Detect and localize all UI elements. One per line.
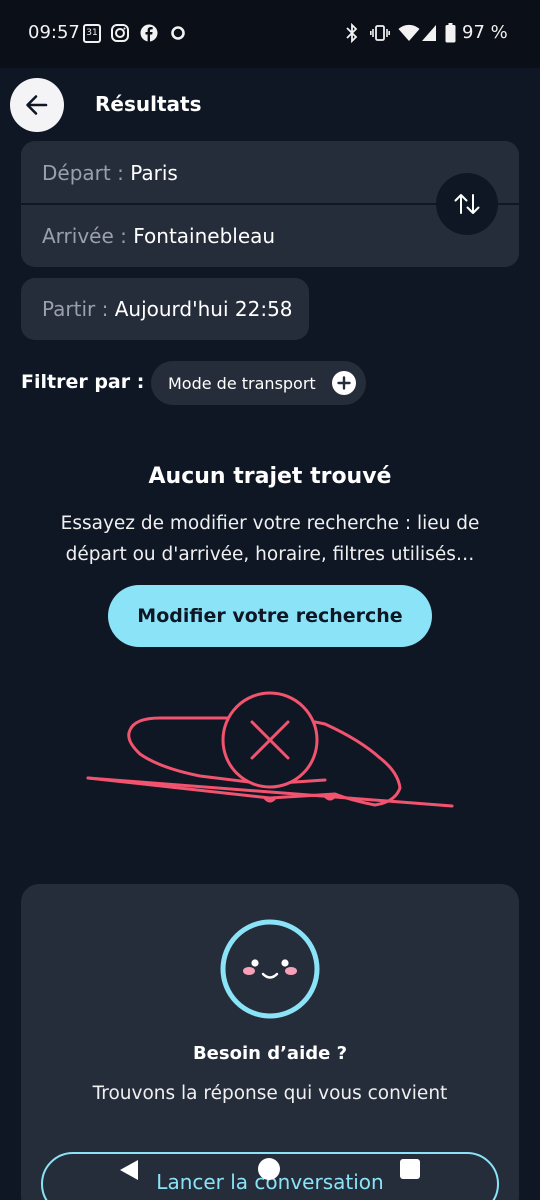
wifi-icon (398, 22, 420, 44)
empty-state-title: Aucun trajet trouvé (148, 464, 392, 489)
no-train-illustration (86, 691, 454, 808)
filter-chip-label: Mode de transport (168, 373, 316, 393)
departure-time-text: Partir : Aujourd'hui 22:58 (42, 297, 293, 321)
calendar-day: 31 (83, 23, 101, 43)
departure-time-label: Partir : (42, 297, 109, 321)
swap-vertical-icon (454, 194, 480, 214)
nav-home-icon[interactable] (258, 1158, 280, 1180)
battery-icon (445, 22, 456, 44)
transport-mode-filter-chip[interactable]: Mode de transport (151, 361, 366, 405)
arrival-label: Arrivée : (42, 224, 127, 248)
facebook-icon (140, 22, 158, 44)
help-title: Besoin d’aide ? (192, 1043, 348, 1064)
departure-value: Paris (130, 161, 178, 185)
filter-label: Filtrer par : (21, 371, 145, 393)
arrow-left-icon (26, 95, 48, 115)
battery-percent: 97 % (462, 22, 508, 43)
arrival-field[interactable]: Arrivée : Fontainebleau (42, 224, 275, 248)
smiley-face-icon (220, 919, 320, 1019)
back-button[interactable] (10, 78, 64, 132)
calendar-icon: 31 (83, 22, 101, 44)
departure-field[interactable]: Départ : Paris (42, 161, 178, 185)
nav-recents-icon[interactable] (400, 1159, 420, 1179)
nav-back-icon[interactable] (118, 1158, 140, 1182)
vibrate-icon (370, 22, 390, 44)
swap-button[interactable] (436, 173, 498, 235)
signal-icon (421, 22, 437, 44)
circle-icon (170, 22, 186, 44)
status-time: 09:57 (28, 22, 80, 43)
status-bar (0, 0, 540, 68)
departure-label: Départ : (42, 161, 124, 185)
bluetooth-icon (345, 22, 359, 44)
plus-icon (332, 371, 356, 395)
instagram-icon (111, 22, 129, 44)
empty-state-description: Essayez de modifier votre recherche : li… (60, 513, 480, 565)
departure-time-value: Aujourd'hui 22:58 (114, 297, 293, 321)
help-subtitle: Trouvons la réponse qui vous convient (92, 1083, 448, 1104)
arrival-value: Fontainebleau (133, 224, 276, 248)
page-title: Résultats (95, 92, 202, 116)
modify-search-button[interactable]: Modifier votre recherche (108, 585, 432, 647)
